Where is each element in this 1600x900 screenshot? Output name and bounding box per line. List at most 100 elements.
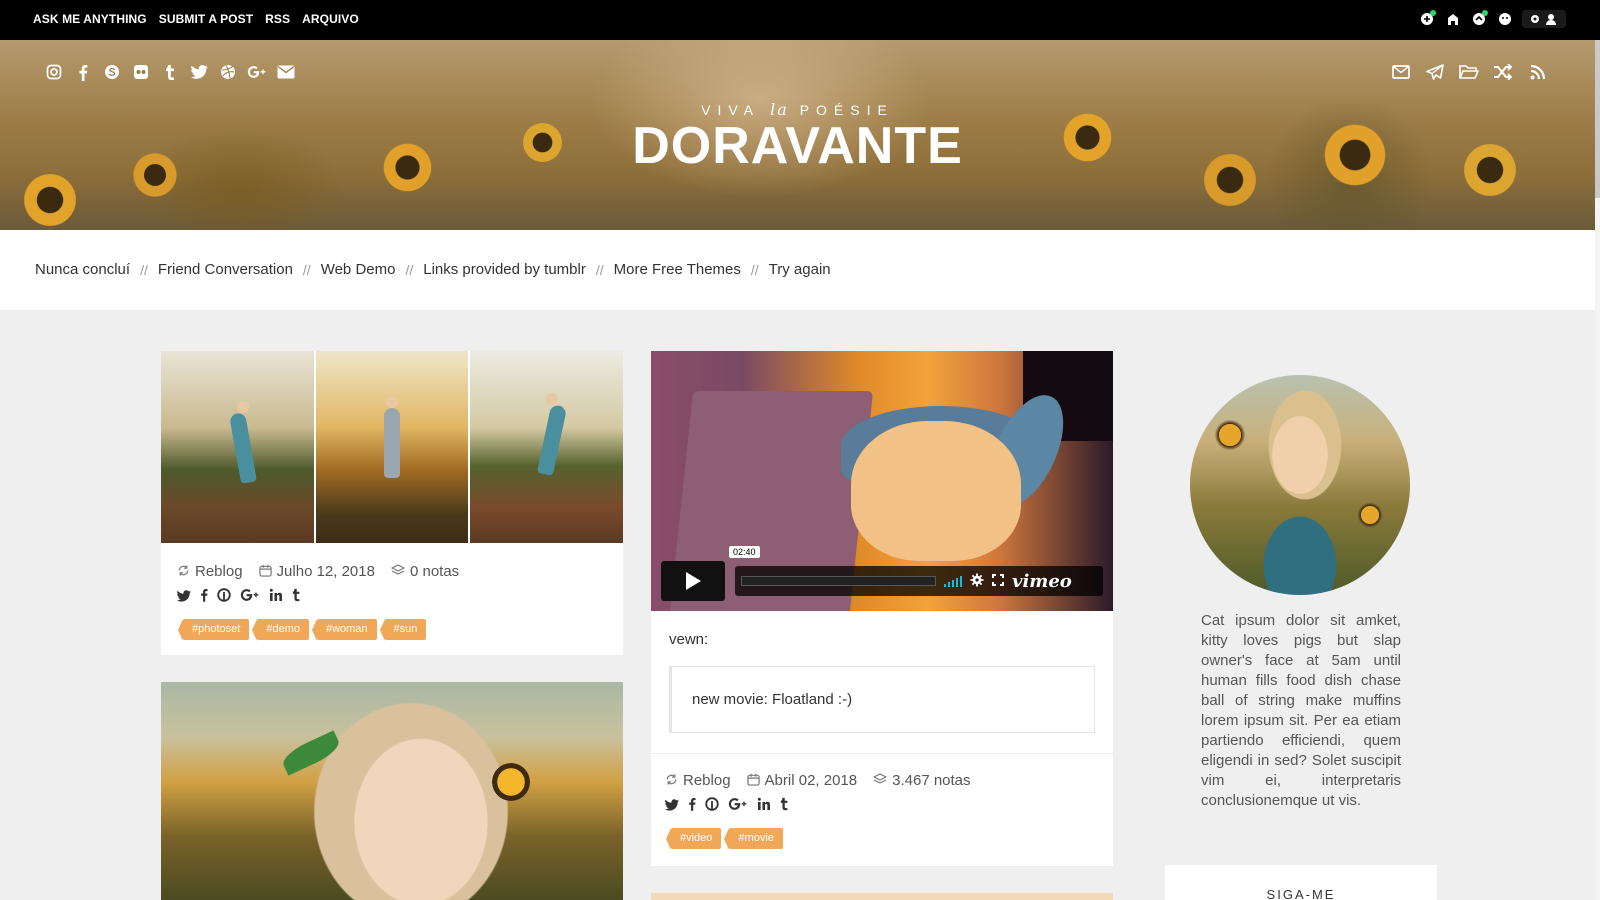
link-item[interactable]: More Free Themes (614, 261, 741, 278)
google-plus-icon[interactable] (247, 62, 267, 82)
link-separator: // (750, 261, 759, 278)
scrollbar-thumb[interactable] (1595, 40, 1600, 198)
facebook-icon[interactable] (73, 62, 93, 82)
volume-icon[interactable] (944, 575, 962, 587)
progress-bar[interactable] (741, 576, 936, 586)
flickr-icon[interactable] (131, 62, 151, 82)
links-bar: Nunca concluí // Friend Conversation // … (0, 230, 1595, 310)
post-date[interactable]: Abril 02, 2018 (746, 772, 857, 789)
tumblr-icon[interactable] (292, 588, 301, 605)
skype-icon[interactable] (102, 62, 122, 82)
notes-label: 0 notas (409, 563, 460, 580)
follow-title: SIGA-ME (1266, 887, 1336, 900)
tag[interactable]: #video (665, 828, 722, 850)
tag[interactable]: #woman (312, 619, 377, 641)
facebook-icon[interactable] (200, 588, 208, 605)
email-icon[interactable] (276, 62, 296, 82)
twitter-icon[interactable] (177, 589, 191, 605)
site-title[interactable]: DORAVANTE (0, 116, 1595, 176)
link-item[interactable]: Web Demo (321, 261, 396, 278)
like-icon[interactable] (1496, 10, 1514, 28)
date-label: Julho 12, 2018 (276, 563, 375, 580)
avatar[interactable] (1190, 375, 1410, 595)
tag[interactable]: #movie (724, 828, 783, 850)
bio-text: Cat ipsum dolor sit amket, kitty loves p… (1201, 612, 1401, 809)
reblog-link[interactable]: Reblog (177, 563, 243, 580)
linkedin-icon[interactable] (757, 797, 771, 814)
post-meta: Reblog Abril 02, 2018 3.467 notas #video… (651, 754, 1113, 850)
video-frame-shape (851, 421, 1021, 561)
photoset-image[interactable] (315, 351, 469, 543)
tag[interactable]: #sun (379, 619, 427, 641)
tag-list: #photoset #demo #woman #sun (177, 619, 607, 641)
folder-icon[interactable] (1459, 62, 1479, 82)
page-scrollbar[interactable] (1595, 40, 1600, 900)
twitter-icon[interactable] (665, 798, 679, 814)
twitter-icon[interactable] (189, 62, 209, 82)
timecode: 02:40 (729, 546, 760, 558)
figure-head (237, 401, 249, 413)
leaf-decor (279, 730, 343, 776)
settings-icon[interactable] (1522, 10, 1566, 28)
tag[interactable]: #demo (252, 619, 309, 641)
instagram-icon[interactable] (44, 62, 64, 82)
settings-icon[interactable] (970, 573, 984, 590)
reblog-label: Reblog (683, 772, 731, 789)
pinterest-icon[interactable] (705, 797, 719, 814)
share-row (665, 797, 1099, 814)
dribbble-icon[interactable] (218, 62, 238, 82)
link-item[interactable]: Nunca concluí (35, 261, 130, 278)
send-icon[interactable] (1425, 62, 1445, 82)
post-meta: Reblog Julho 12, 2018 0 notas #photoset … (161, 543, 623, 641)
post-date[interactable]: Julho 12, 2018 (258, 563, 375, 580)
tumblr-icon[interactable] (780, 797, 789, 814)
google-plus-icon[interactable] (240, 588, 260, 605)
link-separator: // (595, 261, 604, 278)
figure-body (229, 412, 257, 484)
calendar-icon (746, 773, 760, 789)
notes-label: 3.467 notas (892, 772, 971, 789)
reblog-icon[interactable] (1470, 10, 1488, 28)
video-bar: 02:40 vimeo (729, 546, 1103, 596)
calendar-icon (258, 564, 272, 580)
mail-icon[interactable] (1391, 62, 1411, 82)
video-player[interactable]: 02:40 vimeo (651, 351, 1113, 611)
video-caption: vewn: new movie: Floatland :-) (651, 611, 1113, 733)
top-bar: ASK ME ANYTHING SUBMIT A POST RSS ARQUIV… (0, 0, 1600, 40)
sunflower-decor (20, 170, 80, 230)
video-controls: 02:40 vimeo (661, 546, 1103, 601)
linkedin-icon[interactable] (269, 588, 283, 605)
meta-row: Reblog Julho 12, 2018 0 notas (177, 563, 607, 580)
play-button[interactable] (661, 561, 725, 601)
photoset-image[interactable] (470, 351, 624, 543)
submit-link[interactable]: SUBMIT A POST (159, 12, 253, 26)
rss-icon[interactable] (1527, 62, 1547, 82)
link-item[interactable]: Try again (769, 261, 831, 278)
fullscreen-icon[interactable] (992, 573, 1004, 589)
photoset-image[interactable] (161, 351, 314, 543)
notes-count[interactable]: 3.467 notas (873, 772, 971, 789)
share-row (177, 588, 607, 605)
reblog-link[interactable]: Reblog (665, 772, 731, 789)
figure-head (546, 393, 559, 405)
vimeo-logo[interactable]: vimeo (1012, 571, 1072, 592)
blog-actions (1391, 62, 1547, 82)
tumblr-icon[interactable] (160, 62, 180, 82)
google-plus-icon[interactable] (728, 797, 748, 814)
home-icon[interactable] (1444, 10, 1462, 28)
rss-link[interactable]: RSS (265, 12, 290, 26)
reblog-icon (177, 564, 190, 580)
follow-icon[interactable] (1418, 10, 1436, 28)
tag[interactable]: #photoset (177, 619, 250, 641)
photo-post[interactable] (161, 682, 623, 900)
link-item[interactable]: Links provided by tumblr (423, 261, 586, 278)
source-user[interactable]: vewn: (669, 631, 1095, 648)
notes-count[interactable]: 0 notas (391, 563, 459, 580)
ask-link[interactable]: ASK ME ANYTHING (33, 12, 147, 26)
shuffle-icon[interactable] (1493, 62, 1513, 82)
facebook-icon[interactable] (688, 797, 696, 814)
link-item[interactable]: Friend Conversation (158, 261, 293, 278)
figure-body (383, 408, 400, 478)
archive-link[interactable]: ARQUIVO (302, 12, 359, 26)
pinterest-icon[interactable] (217, 588, 231, 605)
